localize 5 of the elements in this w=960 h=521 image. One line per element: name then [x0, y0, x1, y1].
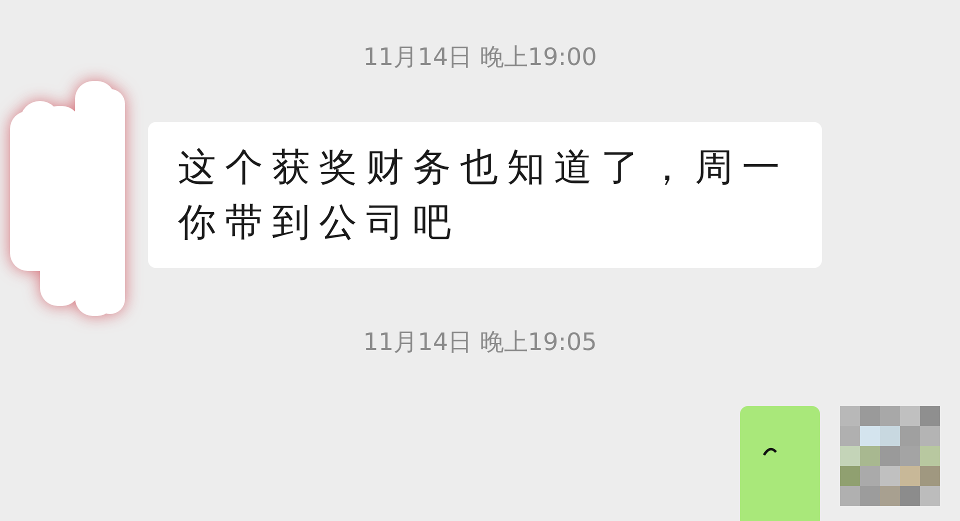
avatar[interactable] — [840, 406, 940, 506]
arc-icon — [762, 446, 778, 456]
message-bubble: 这个获奖财务也知道了，周一你带到公司吧 — [148, 122, 822, 268]
timestamp: 11月14日 晚上19:05 — [363, 327, 597, 358]
timestamp: 11月14日 晚上19:00 — [363, 42, 597, 73]
